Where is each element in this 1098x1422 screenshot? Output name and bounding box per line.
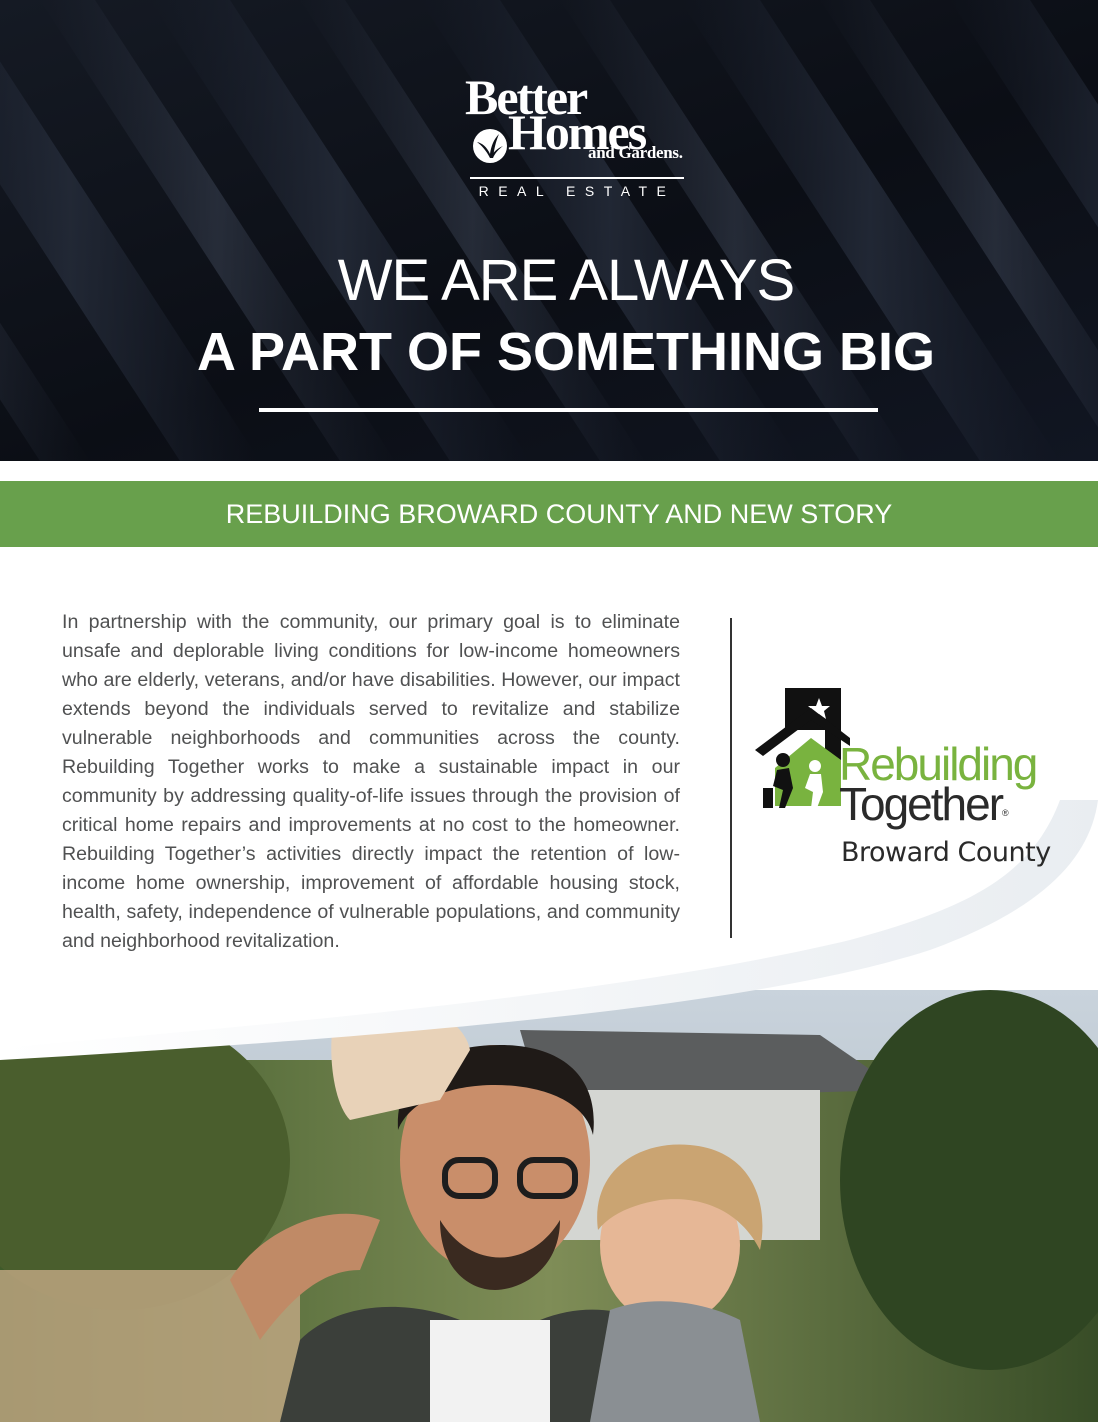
registered-mark: ® [1002, 808, 1009, 818]
logo-location: Broward County [841, 837, 1051, 868]
logo-tagline: REAL ESTATE [478, 183, 676, 199]
logo-word-together-text: Together [839, 778, 1004, 830]
body-paragraph: In partnership with the community, our p… [62, 611, 680, 952]
headline-bold: A PART OF SOMETHING BIG [197, 322, 935, 382]
hero-header: Better Homes and Gardens. REAL ESTATE WE… [0, 0, 1098, 461]
section-banner-title: REBUILDING BROWARD COUNTY AND NEW STORY [225, 499, 893, 529]
vertical-divider [730, 618, 732, 938]
rebuilding-together-logo: Rebuilding Together® Broward County [755, 688, 1055, 878]
headline-underline [259, 408, 878, 412]
logo-word-together: Together® [839, 779, 1009, 838]
leaf-emblem-icon [473, 129, 507, 163]
section-banner: REBUILDING BROWARD COUNTY AND NEW STORY [0, 481, 1098, 547]
logo-text-and-gardens: and Gardens. [588, 143, 683, 162]
better-homes-gardens-logo: Better Homes and Gardens. REAL ESTATE [462, 72, 688, 202]
headline-light: WE ARE ALWAYS [337, 248, 796, 313]
logo-divider-rule [470, 177, 684, 179]
